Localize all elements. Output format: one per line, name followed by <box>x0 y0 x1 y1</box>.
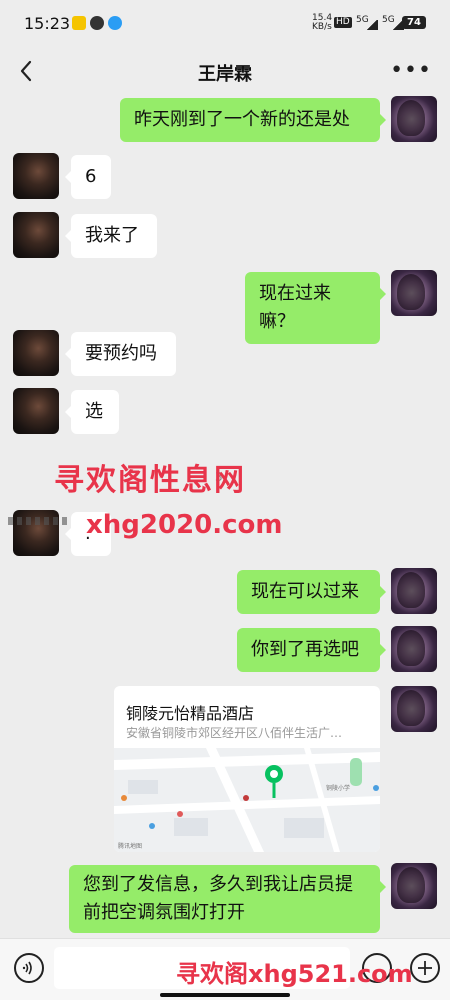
map-poi-icon <box>177 811 183 817</box>
battery-indicator: 74 <box>402 16 426 29</box>
message-bubble-incoming[interactable]: 我来了 <box>65 214 157 258</box>
message-bubble-outgoing[interactable]: 现在可以过来 <box>237 570 386 614</box>
message-bubble-outgoing[interactable]: 您到了发信息，多久到我让店员提前把空调氛围灯打开 <box>69 865 386 933</box>
watermark-url: xhg2020.com <box>86 510 283 540</box>
chat-title: 王岸霖 <box>198 64 252 85</box>
contact-avatar[interactable] <box>13 212 59 258</box>
status-bar: 15:23 15.4 KB/s HD 5G 5G 74 <box>0 0 450 46</box>
hd-indicator: HD <box>334 17 352 28</box>
status-time: 15:23 <box>24 14 71 33</box>
map-block <box>128 780 158 794</box>
map-poi-icon <box>149 823 155 829</box>
message-bubble-incoming[interactable]: 6 <box>65 155 111 199</box>
watermark-title: 寻欢阁性息网 <box>54 463 246 498</box>
redacted-bar <box>8 517 68 525</box>
message-text: 您到了发信息，多久到我让店员提前把空调氛围灯打开 <box>83 874 353 923</box>
map-label-school: 铜陵小学 <box>326 784 350 792</box>
contact-avatar[interactable] <box>13 153 59 199</box>
map-block <box>284 818 324 838</box>
map-label-tag: 腾讯地图 <box>118 842 142 850</box>
message-text: 我来了 <box>85 225 139 246</box>
message-text: 要预约吗 <box>85 343 157 364</box>
message-bubble-incoming[interactable]: 要预约吗 <box>65 332 176 376</box>
location-name: 铜陵元怡精品酒店 <box>126 704 255 723</box>
map-block <box>174 818 208 836</box>
message-text: 现在过来嘛？ <box>259 283 331 332</box>
map-preview: 铜陵小学 腾讯地图 <box>114 748 380 852</box>
contact-avatar[interactable] <box>13 330 59 376</box>
my-avatar[interactable] <box>391 96 437 142</box>
app-notification-icon <box>72 16 86 30</box>
my-avatar[interactable] <box>391 863 437 909</box>
location-address: 安徽省铜陵市郊区经开区八佰伴生活广… <box>126 726 343 740</box>
my-avatar[interactable] <box>391 270 437 316</box>
message-text: 选 <box>85 401 103 422</box>
net-speed: 15.4 KB/s <box>312 13 333 32</box>
message-bubble-outgoing[interactable]: 昨天刚到了一个新的还是处 <box>120 98 386 142</box>
message-bubble-outgoing[interactable]: 你到了再选吧 <box>237 628 386 672</box>
home-indicator <box>160 993 290 997</box>
map-park <box>350 758 362 786</box>
watermark-bottom: 寻欢阁xhg521.com <box>176 960 413 988</box>
message-text: 昨天刚到了一个新的还是处 <box>134 109 350 130</box>
map-poi-icon <box>373 785 379 791</box>
chat-notification-icon <box>90 16 104 30</box>
map-poi-icon <box>121 795 127 801</box>
more-icon[interactable]: ••• <box>390 58 432 83</box>
message-text: 6 <box>85 166 97 187</box>
message-bubble-outgoing[interactable]: 现在过来嘛？ <box>245 272 386 344</box>
message-text: 现在可以过来 <box>251 581 359 602</box>
my-avatar[interactable] <box>391 686 437 732</box>
location-card[interactable]: 铜陵元怡精品酒店 安徽省铜陵市郊区经开区八佰伴生活广… 铜陵小学 腾讯地图 <box>114 686 380 852</box>
signal-bars-1-icon <box>366 20 378 30</box>
my-avatar[interactable] <box>391 568 437 614</box>
chat-header: 王岸霖 ••• <box>0 46 450 100</box>
voice-icon[interactable] <box>14 953 44 983</box>
map-marker-icon <box>243 795 249 801</box>
message-text: 你到了再选吧 <box>251 639 359 660</box>
contact-avatar[interactable] <box>13 388 59 434</box>
my-avatar[interactable] <box>391 626 437 672</box>
message-bubble-incoming[interactable]: 选 <box>65 390 119 434</box>
qq-notification-icon <box>108 16 122 30</box>
plus-icon[interactable] <box>410 953 440 983</box>
